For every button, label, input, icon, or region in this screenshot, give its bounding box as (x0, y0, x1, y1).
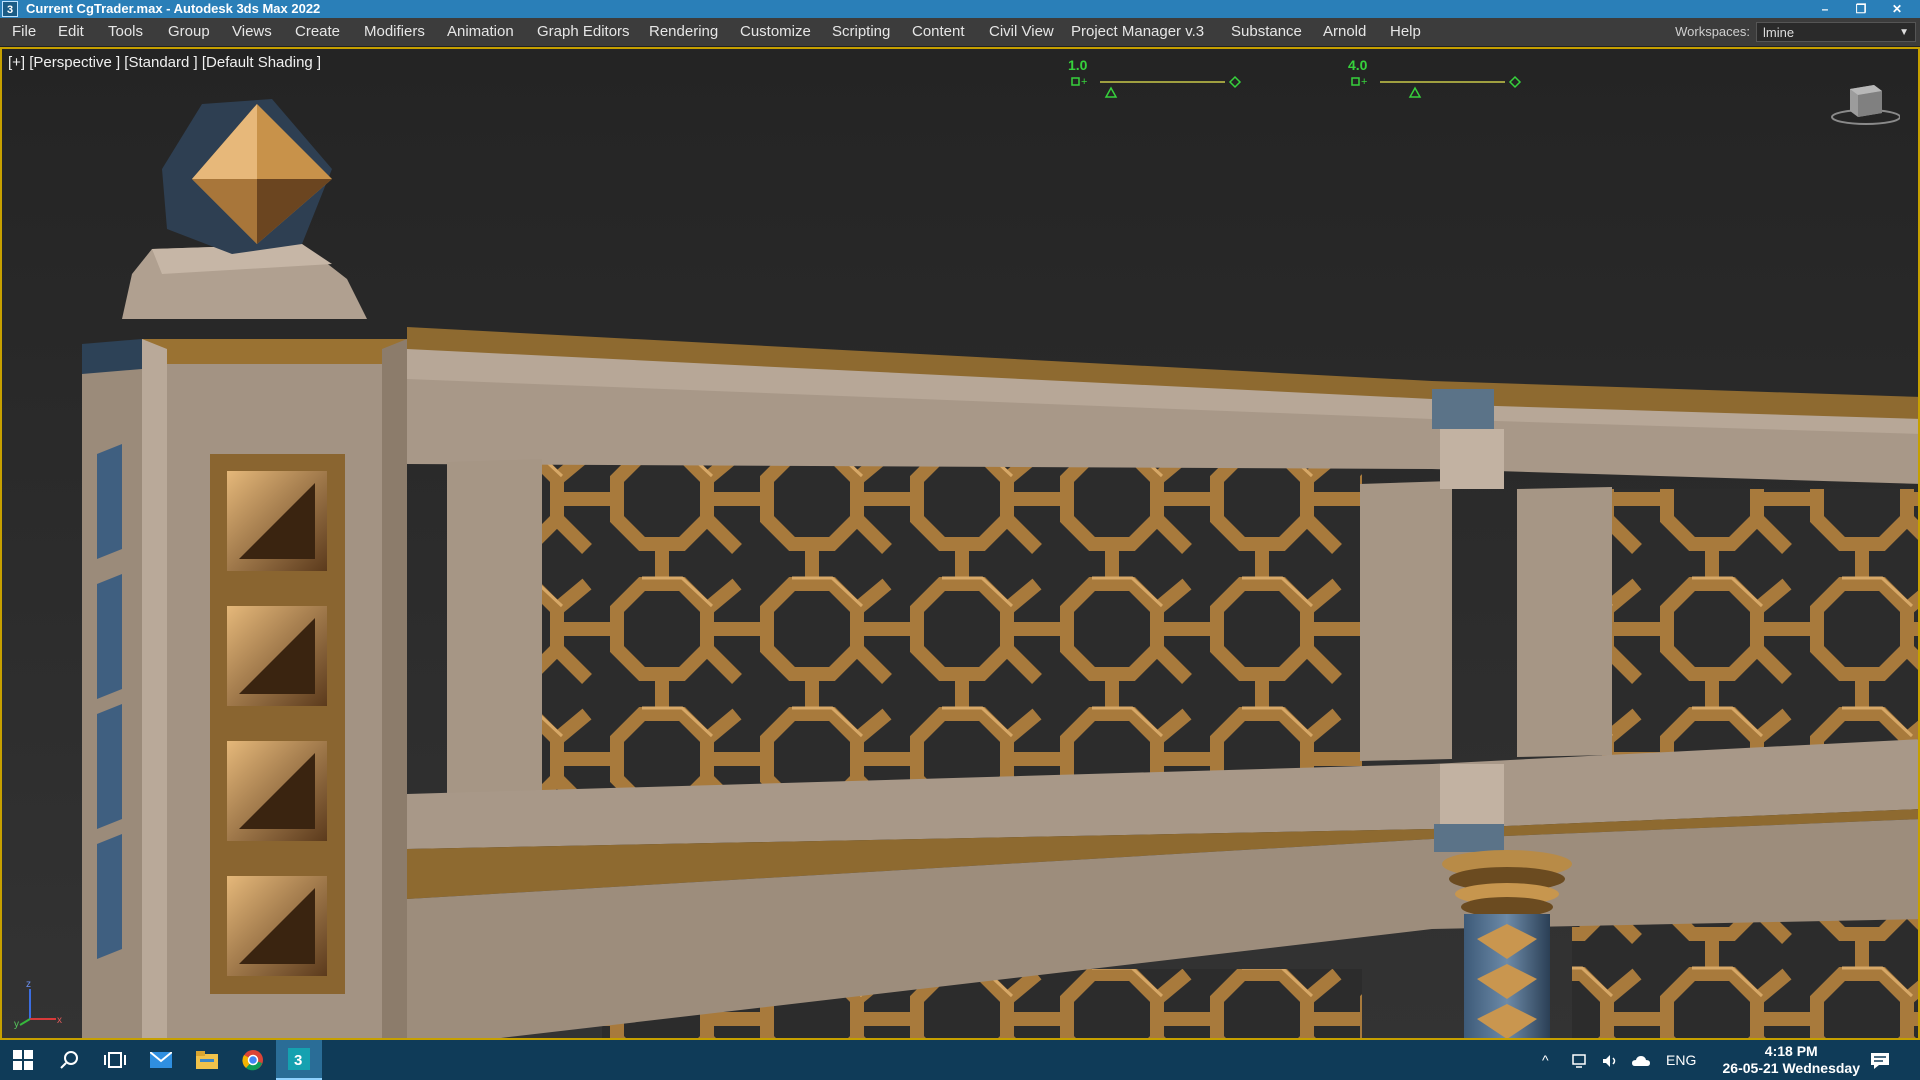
menu-substance[interactable]: Substance (1231, 18, 1302, 46)
app-icon: 3 (2, 1, 18, 17)
menu-tools[interactable]: Tools (108, 18, 143, 46)
perspective-viewport[interactable]: [+] [Perspective ] [Standard ] [Default … (0, 47, 1920, 1040)
svg-text:3: 3 (294, 1052, 302, 1069)
workspaces-label: Workspaces: (1675, 24, 1750, 39)
minimize-icon[interactable]: – (1808, 0, 1842, 18)
menu-group[interactable]: Group (168, 18, 210, 46)
menu-modifiers[interactable]: Modifiers (364, 18, 425, 46)
file-explorer-icon[interactable] (184, 1040, 230, 1080)
window-title: Current CgTrader.max - Autodesk 3ds Max … (26, 1, 321, 16)
clock-time: 4:18 PM (1764, 1043, 1818, 1059)
search-icon[interactable] (46, 1040, 92, 1080)
menu-views[interactable]: Views (232, 18, 272, 46)
menu-edit[interactable]: Edit (58, 18, 84, 46)
clock[interactable]: 4:18 PM 26-05-21 Wednesday (1723, 1043, 1860, 1077)
menu-scripting[interactable]: Scripting (832, 18, 890, 46)
viewcube-icon[interactable] (1828, 79, 1900, 127)
mail-icon[interactable] (138, 1040, 184, 1080)
svg-text:+: + (1081, 76, 1087, 88)
menu-rendering[interactable]: Rendering (649, 18, 718, 46)
task-view-icon[interactable] (92, 1040, 138, 1080)
menu-animation[interactable]: Animation (447, 18, 514, 46)
menu-customize[interactable]: Customize (740, 18, 811, 46)
3dsmax-icon[interactable]: 3 (276, 1040, 322, 1080)
gem-finial (162, 99, 332, 254)
menu-project-manager[interactable]: Project Manager v.3 (1071, 18, 1204, 46)
windows-taskbar: 3 ^ ENG 4:18 PM 26-05-21 Wednesday (0, 1040, 1920, 1080)
svg-text:z: z (26, 979, 31, 990)
menu-help[interactable]: Help (1390, 18, 1421, 46)
restore-icon[interactable]: ❐ (1844, 0, 1878, 18)
lattice-panel-right (1602, 489, 1918, 759)
close-icon[interactable]: ✕ (1880, 0, 1914, 18)
svg-text:+: + (1361, 76, 1367, 88)
slider-track-icon: + (1351, 75, 1522, 98)
gizmo-right-value: 4.0 (1348, 57, 1368, 73)
lattice-panel-upper (542, 464, 1362, 794)
network-icon[interactable] (1572, 1040, 1590, 1080)
chrome-icon[interactable] (230, 1040, 276, 1080)
chevron-down-icon: ▼ (1899, 27, 1909, 38)
viewport-label[interactable]: [+] [Perspective ] [Standard ] [Default … (8, 54, 321, 71)
slider-track-icon: + (1071, 75, 1242, 98)
volume-icon[interactable] (1602, 1040, 1618, 1080)
menu-content[interactable]: Content (912, 18, 965, 46)
gizmo-left-value: 1.0 (1068, 57, 1088, 73)
svg-text:x: x (57, 1015, 62, 1026)
scene-render (82, 99, 1918, 1038)
title-bar: 3 Current CgTrader.max - Autodesk 3ds Ma… (0, 0, 1920, 18)
windows-start-icon[interactable] (0, 1040, 46, 1080)
notifications-icon[interactable] (1870, 1040, 1890, 1080)
chevron-up-icon[interactable]: ^ (1542, 1040, 1549, 1080)
menu-arnold[interactable]: Arnold (1323, 18, 1366, 46)
menu-file[interactable]: File (12, 18, 36, 46)
workspace-dropdown[interactable]: lmine ▼ (1756, 22, 1916, 42)
menu-civil-view[interactable]: Civil View (989, 18, 1054, 46)
clock-date: 26-05-21 Wednesday (1722, 1060, 1860, 1076)
axis-tripod-icon: z x y (14, 979, 62, 1029)
onedrive-icon[interactable] (1632, 1040, 1650, 1080)
menu-create[interactable]: Create (295, 18, 340, 46)
workspace-value: lmine (1763, 25, 1795, 40)
language-indicator[interactable]: ENG (1666, 1040, 1696, 1080)
menu-bar: File Edit Tools Group Views Create Modif… (0, 18, 1920, 47)
pyramid-studs (210, 454, 345, 994)
menu-graph-editors[interactable]: Graph Editors (537, 18, 630, 46)
svg-text:y: y (14, 1019, 19, 1029)
